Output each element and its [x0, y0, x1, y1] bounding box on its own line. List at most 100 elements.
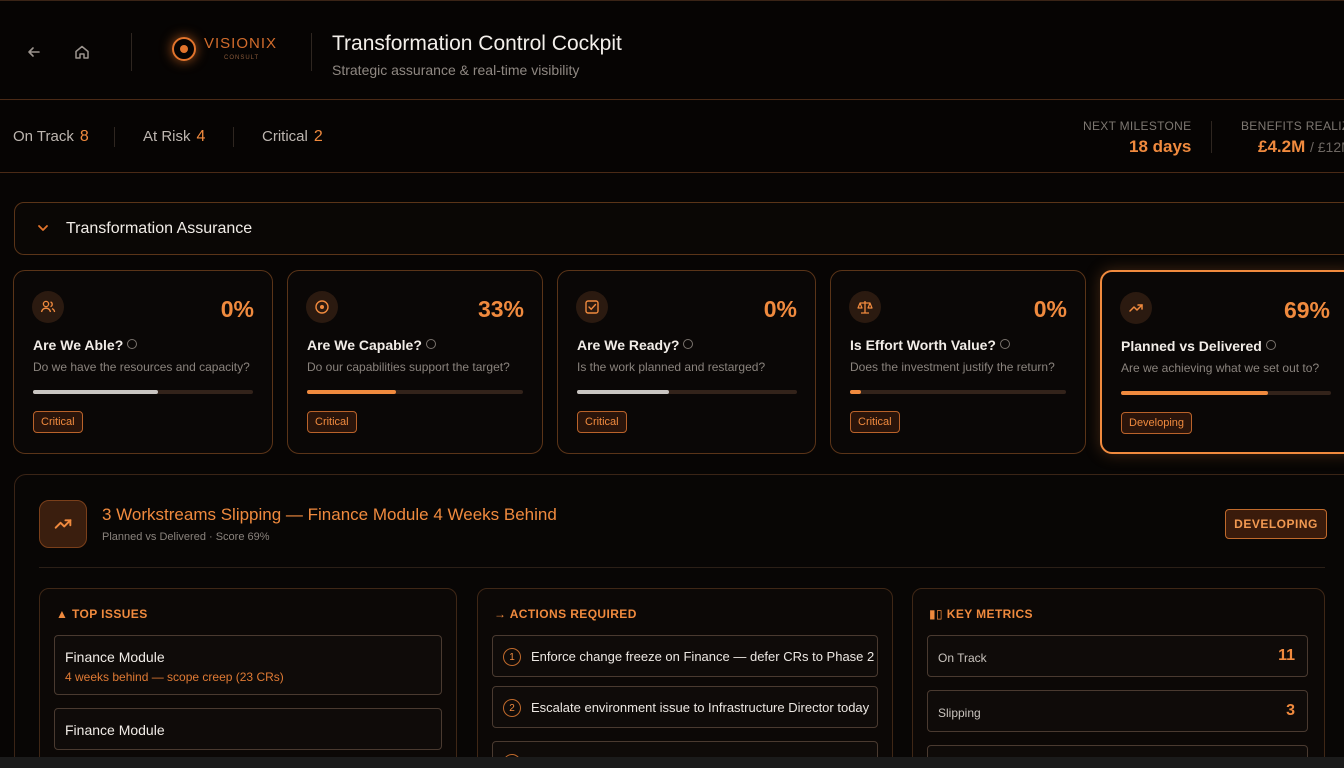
warning-icon: ▲	[56, 607, 73, 621]
status-badge: Critical	[850, 411, 900, 433]
info-icon[interactable]	[1265, 340, 1276, 350]
logo-mark-icon	[172, 37, 196, 61]
card-question: Is Effort Worth Value?	[850, 337, 1010, 353]
status-badge: Critical	[33, 411, 83, 433]
detail-subtitle: Planned vs Delivered · Score 69%	[102, 531, 270, 543]
scale-icon	[849, 291, 881, 323]
users-icon	[32, 291, 64, 323]
status-divider	[1211, 121, 1212, 153]
card-subtitle: Does the investment justify the return?	[850, 360, 1055, 374]
at-risk-count[interactable]: At Risk 4	[143, 128, 205, 146]
back-button[interactable]	[21, 39, 47, 65]
critical-value: 2	[313, 128, 323, 145]
status-badge: Critical	[577, 411, 627, 433]
metric-row: On Track 11	[927, 635, 1308, 677]
assurance-card-capable[interactable]: 33% Are We Capable? Do our capabilities …	[287, 270, 543, 454]
key-metrics-panel: ▮▯ KEY METRICS On Track 11 Slipping 3	[912, 588, 1325, 768]
critical-count[interactable]: Critical 2	[262, 128, 323, 146]
trend-icon	[1120, 292, 1152, 324]
card-subtitle: Is the work planned and restarged?	[577, 360, 766, 374]
assurance-card-ready[interactable]: 0% Are We Ready? Is the work planned and…	[557, 270, 816, 454]
bar-chart-icon: ▮▯	[929, 607, 947, 621]
card-question-text: Are We Able?	[33, 337, 124, 353]
critical-label: Critical	[262, 128, 308, 145]
benefits-realized: £4.2M	[1258, 137, 1306, 156]
actions-title: → ACTIONS REQUIRED	[494, 607, 637, 621]
on-track-count[interactable]: On Track 8	[13, 128, 89, 146]
developing-status-button[interactable]: DEVELOPING	[1225, 509, 1327, 539]
issue-item[interactable]: Finance Module 4 weeks behind — scope cr…	[54, 635, 442, 695]
info-icon[interactable]	[425, 339, 436, 349]
card-question-text: Are We Ready?	[577, 337, 680, 353]
actions-required-panel: → ACTIONS REQUIRED 1 Enforce change free…	[477, 588, 893, 768]
status-badge: Critical	[307, 411, 357, 433]
action-number: 2	[503, 699, 521, 717]
horizontal-scrollbar[interactable]	[0, 757, 1344, 768]
at-risk-label: At Risk	[143, 128, 191, 145]
issue-title: Finance Module	[65, 722, 165, 738]
status-divider	[233, 127, 234, 147]
issue-item[interactable]: Finance Module	[54, 708, 442, 750]
benefits-label: BENEFITS REALIZE	[1241, 119, 1344, 133]
assurance-title: Transformation Assurance	[66, 220, 253, 237]
logo-name: VISIONIX	[204, 35, 278, 52]
card-progress-fill	[577, 390, 670, 394]
action-text: Escalate environment issue to Infrastruc…	[531, 700, 870, 715]
card-progress-fill	[1121, 391, 1268, 395]
assurance-card-able[interactable]: 0% Are We Able? Do we have the resources…	[13, 270, 273, 454]
metric-label: Slipping	[938, 706, 981, 720]
metric-row: Slipping 3	[927, 690, 1308, 732]
card-question-text: Are We Capable?	[307, 337, 422, 353]
card-question: Planned vs Delivered	[1121, 338, 1276, 354]
action-item[interactable]: 1 Enforce change freeze on Finance — def…	[492, 635, 878, 677]
card-progress-fill	[850, 390, 861, 394]
brand-logo: VISIONIX CONSULT	[170, 31, 290, 71]
metric-value: 3	[1286, 702, 1295, 719]
info-icon[interactable]	[683, 339, 694, 349]
home-button[interactable]	[69, 39, 95, 65]
action-item[interactable]: 2 Escalate environment issue to Infrastr…	[492, 686, 878, 728]
key-metrics-title-text: KEY METRICS	[946, 607, 1033, 621]
benefits-total: / £12M	[1309, 139, 1344, 155]
card-progress-track	[307, 390, 523, 394]
card-progress-track	[577, 390, 797, 394]
detail-divider	[39, 567, 1325, 568]
assurance-section-toggle[interactable]: Transformation Assurance	[14, 202, 1344, 255]
metric-value: 11	[1278, 647, 1295, 664]
info-icon[interactable]	[999, 339, 1010, 349]
card-percent: 33%	[477, 296, 524, 322]
assurance-card-worth[interactable]: 0% Is Effort Worth Value? Does the inves…	[830, 270, 1086, 454]
on-track-label: On Track	[13, 128, 74, 145]
status-strip: On Track 8 At Risk 4 Critical 2 NEXT MILEST…	[0, 101, 1344, 173]
card-progress-track	[1121, 391, 1331, 395]
info-icon[interactable]	[127, 339, 138, 349]
card-subtitle: Do we have the resources and capacity?	[33, 360, 250, 374]
detail-title: 3 Workstreams Slipping — Finance Module …	[102, 505, 557, 524]
target-icon	[306, 291, 338, 323]
metric-label: On Track	[938, 651, 987, 665]
home-icon	[75, 45, 89, 59]
header-divider	[131, 33, 132, 71]
benefits-value: £4.2M / £12M	[1258, 137, 1344, 157]
app-header: VISIONIX CONSULT Transformation Control …	[0, 0, 1344, 100]
card-question-text: Planned vs Delivered	[1121, 338, 1262, 354]
chevron-down-icon	[38, 225, 48, 231]
assurance-card-planned-delivered[interactable]: 69% Planned vs Delivered Are we achievin…	[1100, 270, 1344, 454]
card-progress-track	[850, 390, 1066, 394]
action-number: 1	[503, 648, 521, 666]
arrow-left-icon	[28, 47, 40, 57]
next-milestone-label: NEXT MILESTONE	[1083, 119, 1192, 133]
card-progress-track	[33, 390, 253, 394]
issue-detail: 4 weeks behind — scope creep (23 CRs)	[65, 670, 284, 684]
next-milestone-value: 18 days	[1129, 137, 1192, 156]
action-text: Enforce change freeze on Finance — defer…	[531, 649, 875, 664]
card-subtitle: Do our capabilities support the target?	[307, 360, 510, 374]
page-subtitle: Strategic assurance & real-time visibili…	[332, 62, 580, 78]
card-percent: 0%	[763, 296, 797, 322]
top-issues-title: ▲ TOP ISSUES	[56, 607, 148, 621]
card-question-text: Is Effort Worth Value?	[850, 337, 996, 353]
on-track-value: 8	[79, 128, 89, 145]
card-question: Are We Ready?	[577, 337, 694, 353]
logo-sub: CONSULT	[224, 55, 260, 61]
card-subtitle: Are we achieving what we set out to?	[1121, 361, 1320, 375]
